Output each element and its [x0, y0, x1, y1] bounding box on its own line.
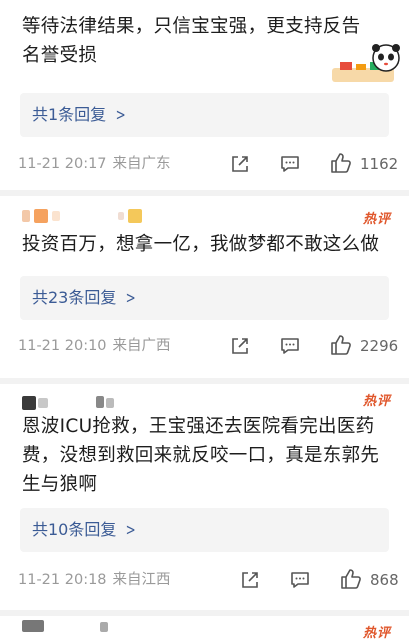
- blurred-username: [22, 210, 30, 222]
- comment-icon[interactable]: [290, 570, 310, 590]
- comment-text-line: 费，没想到救回来就反咬一口，真是东郭先: [22, 445, 380, 466]
- comment-meta: 11-21 20:18 来自江西: [18, 570, 177, 590]
- blurred-username: [118, 212, 124, 220]
- comment-item-2: 热评 投资百万，想拿一亿，我做梦都不敢这么做 共23条回复 > 11-21 20:…: [0, 196, 409, 378]
- comment-source: 来自广西: [112, 338, 171, 354]
- blurred-username: [128, 209, 142, 223]
- blurred-username: [34, 209, 48, 223]
- reply-count-link[interactable]: 共10条回复 >: [32, 519, 138, 541]
- share-icon[interactable]: [230, 336, 250, 356]
- comment-text-line: 等待法律结果，只信宝宝强，更支持反告: [22, 16, 361, 37]
- hot-comment-badge: 热评: [362, 394, 391, 409]
- comment-meta: 11-21 20:17 来自广东: [18, 154, 177, 174]
- comment-text: 恩波ICU抢救，王宝强还去医院看完出医药 费，没想到救回来就反咬一口，真是东郭先…: [22, 412, 395, 499]
- like-count: 2296: [360, 337, 399, 355]
- comment-date: 11-21 20:17: [18, 156, 107, 172]
- blurred-username: [96, 396, 104, 408]
- comment-icon[interactable]: [280, 336, 300, 356]
- blurred-username: [52, 211, 60, 221]
- comment-date: 11-21 20:10: [18, 338, 107, 354]
- hot-comment-badge: 热评: [362, 626, 391, 640]
- like-count: 868: [370, 571, 399, 589]
- reply-box[interactable]: 共10条回复 >: [20, 508, 389, 552]
- comment-icon[interactable]: [280, 154, 300, 174]
- chevron-right-icon: >: [126, 520, 137, 539]
- reply-count-label: 共1条回复: [32, 105, 107, 124]
- comment-item-3: 热评 恩波ICU抢救，王宝强还去医院看完出医药 费，没想到救回来就反咬一口，真是…: [0, 384, 409, 610]
- share-icon[interactable]: [240, 570, 260, 590]
- thumbs-up-icon[interactable]: [330, 152, 352, 174]
- chevron-right-icon: >: [115, 105, 126, 124]
- thumbs-up-icon[interactable]: [330, 334, 352, 356]
- comment-item-4: 热评: [0, 616, 409, 640]
- thumbs-up-icon[interactable]: [340, 568, 362, 590]
- comment-date: 11-21 20:18: [18, 572, 107, 588]
- reply-count-label: 共23条回复: [32, 288, 117, 307]
- comment-text: 投资百万，想拿一亿，我做梦都不敢这么做: [22, 230, 395, 259]
- blurred-username: [22, 396, 36, 410]
- comment-meta: 11-21 20:10 来自广西: [18, 336, 177, 356]
- panda-sticker-icon: [332, 44, 400, 82]
- reply-box[interactable]: 共23条回复 >: [20, 276, 389, 320]
- chevron-right-icon: >: [126, 288, 137, 307]
- reply-box[interactable]: 共1条回复 >: [20, 93, 389, 137]
- blurred-username: [22, 620, 44, 632]
- reply-count-label: 共10条回复: [32, 520, 117, 539]
- blurred-username: [100, 622, 108, 632]
- share-icon[interactable]: [230, 154, 250, 174]
- comment-item-1: 等待法律结果，只信宝宝强，更支持反告 名誉受损 共1条回复 > 11-21 20:…: [0, 0, 409, 190]
- blurred-username: [38, 398, 48, 408]
- reply-count-link[interactable]: 共1条回复 >: [32, 104, 128, 126]
- like-count: 1162: [360, 155, 399, 173]
- comment-source: 来自江西: [112, 572, 171, 588]
- blurred-username: [106, 398, 114, 408]
- comment-source: 来自广东: [112, 156, 171, 172]
- reply-count-link[interactable]: 共23条回复 >: [32, 287, 138, 309]
- comment-text-line: 恩波ICU抢救，王宝强还去医院看完出医药: [22, 416, 375, 437]
- comment-text-line: 投资百万，想拿一亿，我做梦都不敢这么做: [22, 234, 380, 255]
- hot-comment-badge: 热评: [362, 212, 391, 227]
- comment-text-line: 生与狼啊: [22, 474, 98, 495]
